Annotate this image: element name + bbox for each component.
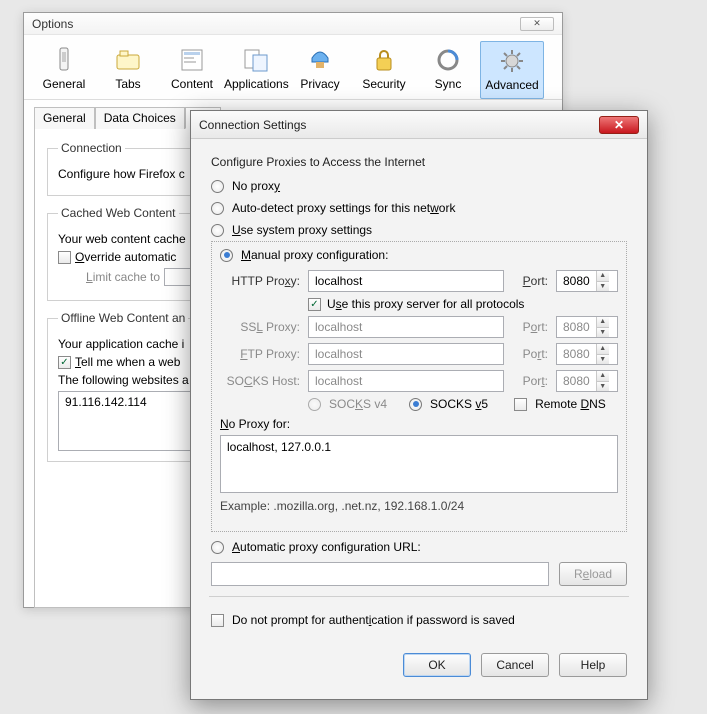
conn-close-button[interactable]: ✕ xyxy=(599,116,639,134)
content-icon xyxy=(160,45,224,75)
applications-icon xyxy=(224,45,288,75)
radio-manual-label: Manual proxy configuration: xyxy=(241,248,388,262)
socks5-label: SOCKS v5 xyxy=(430,397,488,411)
sync-icon xyxy=(416,45,480,75)
connection-settings-dialog: Connection Settings ✕ Configure Proxies … xyxy=(190,110,648,700)
http-port-input[interactable]: 8080 ▲▼ xyxy=(556,270,618,292)
options-close-button[interactable]: ✕ xyxy=(520,17,554,31)
dialog-buttons: OK Cancel Help xyxy=(191,639,647,691)
cancel-button[interactable]: Cancel xyxy=(481,653,549,677)
radio-no-proxy-label: No proxy xyxy=(232,179,280,193)
spin-up-icon[interactable]: ▲ xyxy=(597,271,609,282)
connection-legend: Connection xyxy=(58,141,125,155)
radio-auto-url[interactable] xyxy=(211,541,224,554)
ssl-proxy-label: SSL Proxy: xyxy=(220,320,300,334)
toolbar-security[interactable]: Security xyxy=(352,41,416,99)
conn-titlebar[interactable]: Connection Settings ✕ xyxy=(191,111,647,139)
auto-url-input[interactable] xyxy=(211,562,549,586)
http-proxy-input[interactable]: localhost xyxy=(308,270,504,292)
toolbar-tabs[interactable]: Tabs xyxy=(96,41,160,99)
radio-auto-url-label: Automatic proxy configuration URL: xyxy=(232,540,421,554)
http-port-label: Port: xyxy=(512,274,548,288)
security-icon xyxy=(352,45,416,75)
use-all-protocols-label: Use this proxy server for all protocols xyxy=(327,297,524,311)
toolbar-content[interactable]: Content xyxy=(160,41,224,99)
socks-host-label: SOCKS Host: xyxy=(220,374,300,388)
conn-title: Connection Settings xyxy=(199,118,306,132)
ssl-proxy-input: localhost xyxy=(308,316,504,338)
remote-dns-checkbox[interactable] xyxy=(514,398,527,411)
subtab-data-choices[interactable]: Data Choices xyxy=(95,107,185,129)
radio-manual[interactable] xyxy=(220,249,233,262)
advanced-icon xyxy=(481,46,543,76)
noproxy-input[interactable]: localhost, 127.0.0.1 xyxy=(220,435,618,493)
help-button[interactable]: Help xyxy=(559,653,627,677)
subtab-general[interactable]: General xyxy=(34,107,95,129)
manual-proxy-block: Manual proxy configuration: HTTP Proxy: … xyxy=(211,241,627,532)
remote-dns-label: Remote DNS xyxy=(535,397,606,411)
reload-button[interactable]: Reload xyxy=(559,562,627,586)
tell-me-label: Tell me when a web xyxy=(75,355,180,369)
spin-down-icon[interactable]: ▼ xyxy=(597,282,609,292)
ftp-port-input: 8080 ▲▼ xyxy=(556,343,618,365)
override-cache-checkbox[interactable] xyxy=(58,251,71,264)
noproxy-example: Example: .mozilla.org, .net.nz, 192.168.… xyxy=(220,499,618,513)
radio-socks4 xyxy=(308,398,321,411)
socks-host-input: localhost xyxy=(308,370,504,392)
toolbar-general[interactable]: General xyxy=(32,41,96,99)
privacy-icon xyxy=(288,45,352,75)
no-prompt-auth-label: Do not prompt for authentication if pass… xyxy=(232,613,515,627)
general-icon xyxy=(32,45,96,75)
ssl-port-input: 8080 ▲▼ xyxy=(556,316,618,338)
cached-legend: Cached Web Content xyxy=(58,206,179,220)
ok-button[interactable]: OK xyxy=(403,653,471,677)
radio-auto-detect[interactable] xyxy=(211,202,224,215)
radio-auto-detect-label: Auto-detect proxy settings for this netw… xyxy=(232,201,455,215)
radio-use-system[interactable] xyxy=(211,224,224,237)
use-all-protocols-checkbox[interactable] xyxy=(308,298,321,311)
options-toolbar: General Tabs Content Applications Privac… xyxy=(24,35,562,100)
options-titlebar[interactable]: Options ✕ xyxy=(24,13,562,35)
toolbar-advanced[interactable]: Advanced xyxy=(480,41,544,99)
radio-no-proxy[interactable] xyxy=(211,180,224,193)
offline-legend: Offline Web Content an xyxy=(58,311,188,325)
ftp-port-label: Port: xyxy=(512,347,548,361)
socks4-label: SOCKS v4 xyxy=(329,397,387,411)
no-prompt-auth-checkbox[interactable] xyxy=(211,614,224,627)
toolbar-privacy[interactable]: Privacy xyxy=(288,41,352,99)
socks-port-input: 8080 ▲▼ xyxy=(556,370,618,392)
limit-cache-label: Limit cache to xyxy=(86,270,160,284)
override-cache-label: OOverride automaticverride automatic xyxy=(75,250,176,264)
toolbar-applications[interactable]: Applications xyxy=(224,41,288,99)
socks-port-label: Port: xyxy=(512,374,548,388)
ftp-proxy-label: FTP Proxy: xyxy=(220,347,300,361)
tabs-icon xyxy=(96,45,160,75)
offline-site-item[interactable]: 91.116.142.114 xyxy=(65,395,147,409)
ftp-proxy-input: localhost xyxy=(308,343,504,365)
conn-group-title: Configure Proxies to Access the Internet xyxy=(211,155,627,169)
radio-socks5[interactable] xyxy=(409,398,422,411)
options-title: Options xyxy=(32,17,73,31)
conn-content: Configure Proxies to Access the Internet… xyxy=(191,139,647,639)
noproxy-for-label: No Proxy for: xyxy=(220,417,618,431)
tell-me-checkbox[interactable] xyxy=(58,356,71,369)
http-proxy-label: HTTP Proxy: xyxy=(220,274,300,288)
radio-use-system-label: Use system proxy settings xyxy=(232,223,372,237)
toolbar-sync[interactable]: Sync xyxy=(416,41,480,99)
ssl-port-label: Port: xyxy=(512,320,548,334)
